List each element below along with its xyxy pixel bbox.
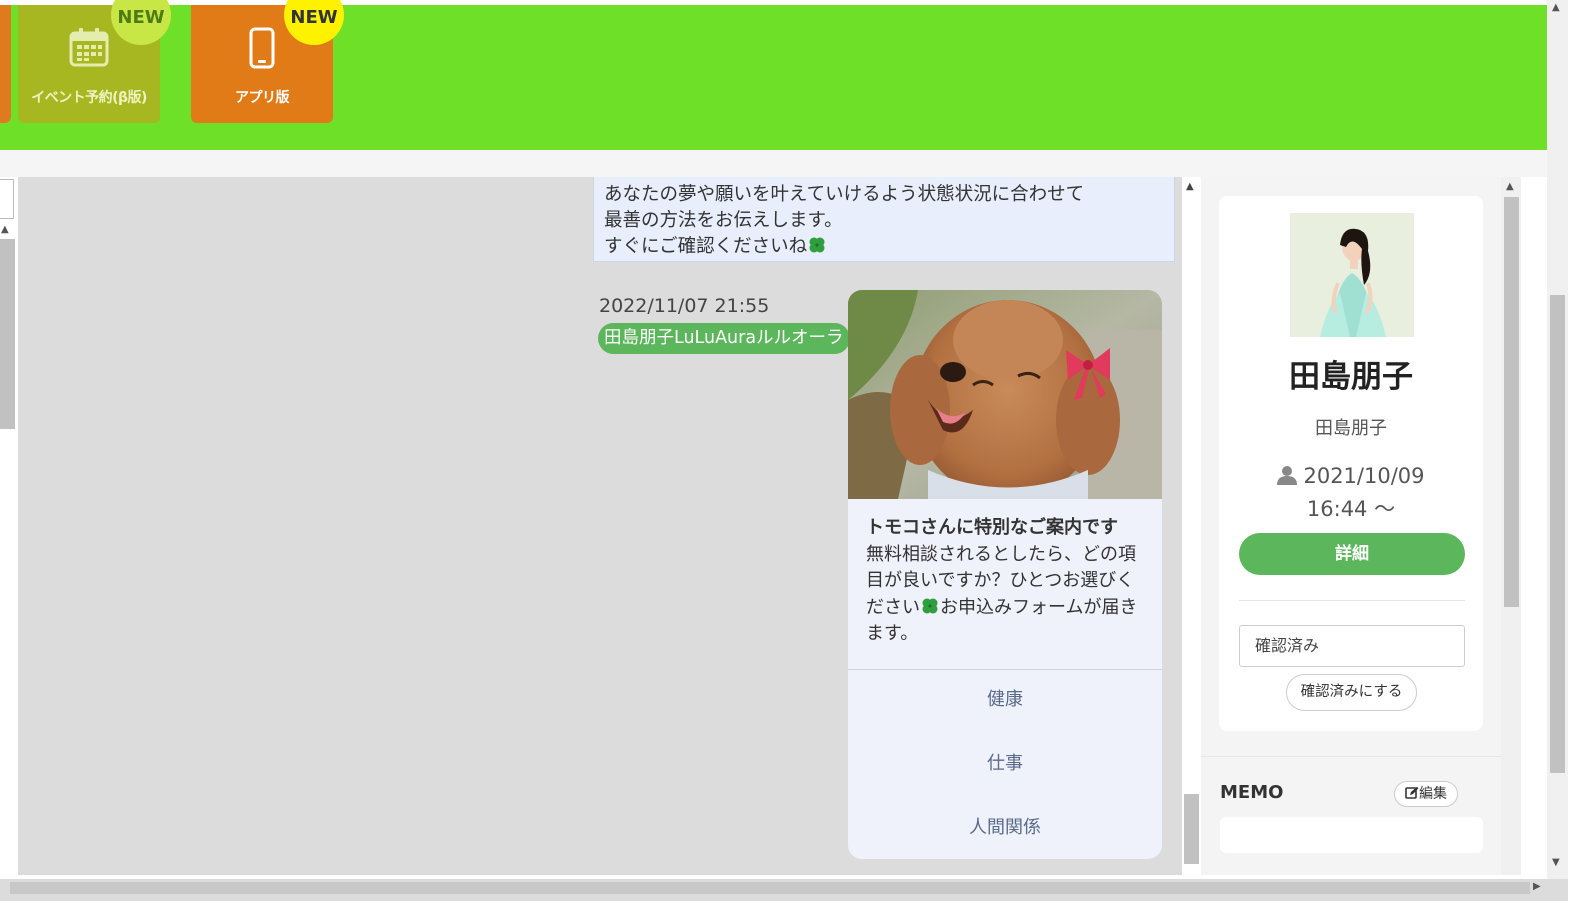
card-option-relationships[interactable]: 人間関係	[848, 798, 1162, 859]
detail-button[interactable]: 詳細	[1239, 533, 1465, 575]
page-scrollbar[interactable]: ▲ ▼	[1547, 0, 1568, 879]
sender-badge: 田島朋子LuLuAuraルルオーラ	[598, 323, 850, 354]
scroll-up-arrow[interactable]: ▲	[1, 224, 9, 235]
mark-confirmed-button[interactable]: 確認済みにする	[1286, 674, 1417, 711]
left-scrollbar-thumb[interactable]	[0, 239, 15, 429]
horizontal-scrollbar[interactable]: ▶	[0, 879, 1568, 901]
profile-card: 田島朋子 田島朋子 2021/10/09 16:44 〜 詳細 確認済み 確認済…	[1219, 196, 1483, 731]
card-option-health[interactable]: 健康	[848, 670, 1162, 734]
new-badge: NEW	[284, 0, 344, 45]
message-line: 最善の方法をお伝えします。	[604, 210, 843, 231]
dog-photo	[848, 290, 1162, 499]
scroll-down-arrow[interactable]: ▼	[1552, 857, 1560, 868]
clover-icon	[920, 596, 940, 616]
card-option-work[interactable]: 仕事	[848, 734, 1162, 798]
chat-scrollbar[interactable]: ▲	[1182, 177, 1201, 875]
clover-icon	[807, 235, 827, 255]
status-field[interactable]: 確認済み	[1239, 625, 1465, 667]
header-bar: NEW イベント予約(β版) NEW アプリ版	[0, 0, 1547, 150]
memo-box[interactable]	[1220, 817, 1483, 853]
divider	[1239, 600, 1465, 601]
avatar	[1290, 213, 1414, 337]
memo-section: MEMO 編集	[1201, 756, 1501, 876]
memo-edit-button[interactable]: 編集	[1394, 781, 1458, 807]
chat-area: あなたの夢や願いを叶えていけるよう状態状況に合わせて 最善の方法をお伝えします。…	[18, 177, 1182, 875]
card-title: トモコさんに特別なご案内です	[866, 517, 1118, 538]
panel-scrollbar-thumb[interactable]	[1504, 197, 1519, 607]
nav-tile-event-booking[interactable]: NEW イベント予約(β版)	[18, 0, 171, 123]
edit-icon	[1405, 786, 1419, 802]
message-bubble: あなたの夢や願いを叶えていけるよう状態状況に合わせて 最善の方法をお伝えします。…	[593, 177, 1175, 262]
left-panel-box	[0, 179, 14, 219]
card-text: 無料相談されるとしたら、どの項目が良いですか？ひとつお選びください お申込みフォー…	[866, 543, 1138, 645]
divider	[1201, 756, 1501, 757]
sub-bar	[0, 150, 1547, 177]
scroll-up-arrow[interactable]: ▲	[1186, 181, 1194, 192]
calendar-icon	[69, 27, 109, 71]
page-scrollbar-thumb[interactable]	[1550, 295, 1565, 773]
rich-message-card: トモコさんに特別なご案内です 無料相談されるとしたら、どの項目が良いですか？ひと…	[848, 290, 1162, 859]
nav-tile-label: アプリ版	[235, 90, 290, 106]
left-scroll-edge: ▲	[0, 177, 18, 875]
scroll-up-arrow[interactable]: ▲	[1552, 2, 1560, 13]
horizontal-scrollbar-thumb[interactable]	[10, 882, 1530, 894]
profile-date: 2021/10/09 16:44 〜	[1219, 461, 1483, 525]
user-icon	[1277, 463, 1298, 494]
panel-scrollbar[interactable]: ▲	[1501, 177, 1521, 875]
scroll-up-arrow[interactable]: ▲	[1506, 181, 1514, 192]
chat-scrollbar-thumb[interactable]	[1184, 794, 1199, 864]
nav-tile-partial[interactable]	[0, 5, 11, 123]
message-line: あなたの夢や願いを叶えていけるよう状態状況に合わせて	[604, 184, 1085, 205]
nav-tile-label: イベント予約(β版)	[31, 90, 147, 106]
window-edge	[1568, 0, 1588, 901]
message-timestamp: 2022/11/07 21:55	[599, 295, 770, 317]
new-badge: NEW	[111, 0, 171, 45]
card-body: トモコさんに特別なご案内です 無料相談されるとしたら、どの項目が良いですか？ひと…	[848, 499, 1162, 669]
nav-tile-app[interactable]: NEW アプリ版	[191, 0, 344, 123]
profile-panel: 田島朋子 田島朋子 2021/10/09 16:44 〜 詳細 確認済み 確認済…	[1201, 177, 1501, 875]
profile-name: 田島朋子	[1289, 359, 1413, 395]
message-line: すぐにご確認くださいね	[604, 234, 1164, 260]
scroll-right-arrow[interactable]: ▶	[1533, 881, 1541, 892]
memo-title: MEMO	[1220, 782, 1284, 803]
profile-sub-name: 田島朋子	[1315, 418, 1387, 439]
smartphone-icon	[249, 27, 275, 73]
